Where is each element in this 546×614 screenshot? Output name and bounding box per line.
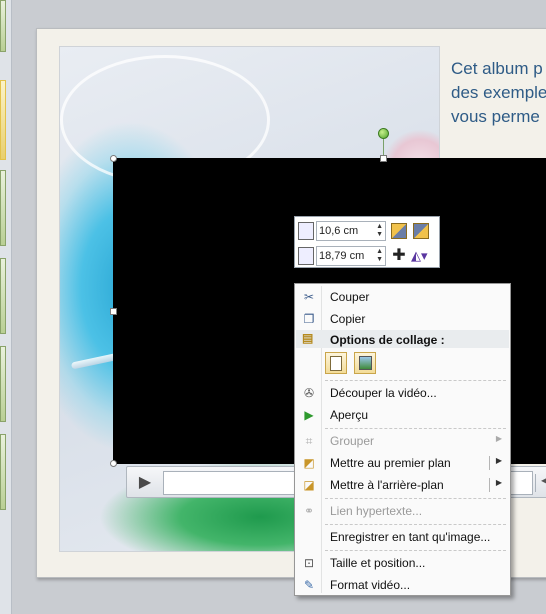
menu-item-label: Mettre au premier plan [330, 456, 451, 470]
spinner-arrows-icon[interactable]: ▲ ▼ [376, 223, 383, 239]
menu-item-save-as-picture[interactable]: Enregistrer en tant qu'image... [297, 526, 508, 548]
spinner-arrows-icon[interactable]: ▲ ▼ [376, 248, 383, 264]
crop-icon[interactable]: ✚ [391, 248, 407, 264]
paste-icon: ▤ [302, 331, 314, 345]
slide-thumbnail[interactable] [0, 346, 6, 422]
slide-thumbnail[interactable] [0, 0, 6, 52]
menu-item-label: Découper la vidéo... [330, 386, 437, 400]
menu-item-label: Aperçu [330, 408, 369, 422]
seek-divider [535, 474, 536, 492]
slide-text-box[interactable]: Cet album p des exemple vous perme [451, 57, 546, 129]
scissors-icon: ✂ [303, 290, 315, 304]
slide-thumbnail[interactable] [0, 434, 6, 510]
resize-handle-top-left[interactable] [110, 155, 117, 162]
play-icon[interactable]: ▶ [134, 472, 156, 494]
send-to-back-icon: ◪ [303, 478, 315, 492]
slide-thumbnail[interactable] [0, 258, 6, 334]
slide-text-line: Cet album p [451, 59, 543, 78]
menu-item-preview[interactable]: ▶ Aperçu [297, 404, 508, 426]
submenu-arrow-icon[interactable]: ▶ [496, 456, 502, 465]
resize-handle-top[interactable] [380, 155, 387, 162]
menu-item-size-position[interactable]: ⊡ Taille et position... [297, 552, 508, 574]
menu-separator [325, 428, 506, 429]
context-menu: ✂ Couper ❐ Copier ▤ Options de collage :… [294, 283, 511, 596]
menu-item-label: Format vidéo... [330, 578, 411, 592]
mini-toolbar: 10,6 cm ▲ ▼ 18,79 cm ▲ ▼ ✚ ◭▾ [294, 216, 440, 268]
copy-icon: ❐ [303, 312, 315, 326]
slide-text-line: vous perme [451, 107, 540, 126]
menu-separator [325, 524, 506, 525]
send-backward-icon[interactable] [413, 223, 429, 239]
resize-handle-left[interactable] [110, 308, 117, 315]
align-icon[interactable]: ◭▾ [411, 248, 435, 264]
menu-item-trim-video[interactable]: ✇ Découper la vidéo... [297, 382, 508, 404]
menu-separator [325, 550, 506, 551]
trim-video-icon: ✇ [303, 386, 315, 400]
menu-separator [325, 498, 506, 499]
menu-item-label: Lien hypertexte... [330, 504, 423, 518]
submenu-arrow-icon: ▶ [495, 434, 502, 443]
slide-text-line: des exemple [451, 83, 546, 102]
menu-item-copy[interactable]: ❐ Copier [297, 308, 508, 330]
menu-item-label: Options de collage : [330, 333, 445, 347]
slide-thumbnail[interactable] [0, 170, 6, 246]
height-row: 10,6 cm ▲ ▼ [295, 219, 441, 243]
group-icon: ⌗ [305, 434, 313, 448]
width-icon [298, 247, 314, 265]
menu-item-label: Grouper [330, 434, 375, 448]
format-video-icon: ✎ [303, 578, 315, 592]
menu-item-label: Taille et position... [330, 556, 426, 570]
menu-item-format-video[interactable]: ✎ Format vidéo... [297, 574, 508, 596]
menu-item-send-to-back[interactable]: ◪ Mettre à l'arrière-plan ▶ [297, 474, 508, 496]
menu-item-label: Copier [330, 312, 366, 326]
resize-handle-bottom-left[interactable] [110, 460, 117, 467]
play-icon: ▶ [304, 408, 314, 422]
height-value: 10,6 cm [319, 225, 359, 237]
menu-item-hyperlink[interactable]: ⚭ Lien hypertexte... [297, 500, 508, 522]
menu-separator [325, 380, 506, 381]
paste-option-use-destination-icon[interactable] [325, 352, 347, 374]
slide-thumbnail-pane[interactable] [0, 0, 12, 614]
menu-item-label: Couper [330, 290, 370, 304]
width-value: 18,79 cm [319, 250, 365, 262]
menu-item-label: Enregistrer en tant qu'image... [330, 530, 491, 544]
split-divider [489, 456, 490, 470]
height-spinner[interactable]: 10,6 cm ▲ ▼ [316, 221, 386, 241]
menu-item-cut[interactable]: ✂ Couper [297, 286, 508, 308]
menu-item-label: Mettre à l'arrière-plan [330, 478, 444, 492]
split-divider [489, 478, 490, 492]
rotation-handle[interactable] [378, 128, 389, 139]
menu-item-group[interactable]: ⌗ Grouper ▶ [297, 430, 508, 452]
width-row: 18,79 cm ▲ ▼ ✚ ◭▾ [295, 244, 441, 268]
submenu-arrow-icon[interactable]: ▶ [496, 478, 502, 487]
menu-item-bring-to-front[interactable]: ◩ Mettre au premier plan ▶ [297, 452, 508, 474]
height-icon [298, 222, 314, 240]
size-position-icon: ⊡ [303, 556, 315, 570]
slide-thumbnail-selected[interactable] [0, 80, 6, 160]
paste-options-header: ▤ Options de collage : [296, 330, 509, 348]
bring-to-front-icon: ◩ [303, 456, 315, 470]
width-spinner[interactable]: 18,79 cm ▲ ▼ [316, 246, 386, 266]
bring-forward-icon[interactable] [391, 223, 407, 239]
volume-icon[interactable]: ◀ [541, 473, 546, 487]
paste-option-picture-icon[interactable] [354, 352, 376, 374]
hyperlink-icon: ⚭ [303, 504, 315, 518]
